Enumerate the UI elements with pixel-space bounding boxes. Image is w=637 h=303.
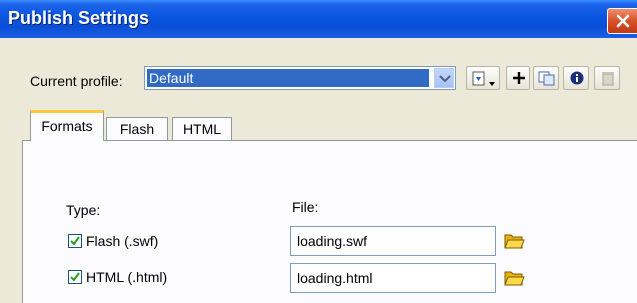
tab-html[interactable]: HTML	[172, 117, 232, 140]
profile-info-button[interactable]	[563, 66, 589, 90]
profile-info-icon	[570, 71, 584, 85]
profile-dropdown[interactable]: Default	[144, 66, 456, 90]
html-format-label: HTML (.html)	[86, 269, 168, 285]
delete-profile-icon	[602, 72, 614, 86]
window-title: Publish Settings	[8, 8, 150, 28]
duplicate-profile-icon	[538, 71, 555, 86]
duplicate-profile-button[interactable]	[533, 66, 559, 90]
checkmark-icon	[70, 236, 80, 246]
html-file-input[interactable]: loading.html	[290, 263, 496, 293]
checkmark-icon	[70, 272, 80, 282]
add-profile-icon	[513, 72, 525, 84]
tab-flash[interactable]: Flash	[106, 117, 168, 140]
file-header: File:	[292, 199, 319, 215]
dropdown-arrow-button[interactable]	[434, 68, 454, 88]
chevron-down-icon	[439, 75, 451, 83]
profile-selected-value: Default	[147, 69, 429, 87]
type-header: Type:	[66, 202, 101, 218]
folder-browse-icon[interactable]	[503, 266, 525, 288]
flash-format-label: Flash (.swf)	[86, 233, 159, 249]
tab-formats[interactable]: Formats	[30, 110, 104, 141]
folder-browse-icon[interactable]	[503, 229, 525, 251]
title-bar[interactable]: Publish Settings	[0, 0, 637, 38]
delete-profile-button[interactable]	[594, 66, 620, 90]
flash-checkbox[interactable]	[68, 234, 82, 248]
close-icon	[616, 14, 630, 28]
flash-file-input[interactable]: loading.swf	[290, 226, 496, 256]
current-profile-label: Current profile:	[30, 73, 123, 89]
import-export-button[interactable]	[466, 66, 500, 90]
add-profile-button[interactable]	[506, 66, 530, 90]
import-export-icon	[472, 71, 495, 86]
html-checkbox[interactable]	[68, 270, 82, 284]
close-button[interactable]	[607, 8, 637, 34]
